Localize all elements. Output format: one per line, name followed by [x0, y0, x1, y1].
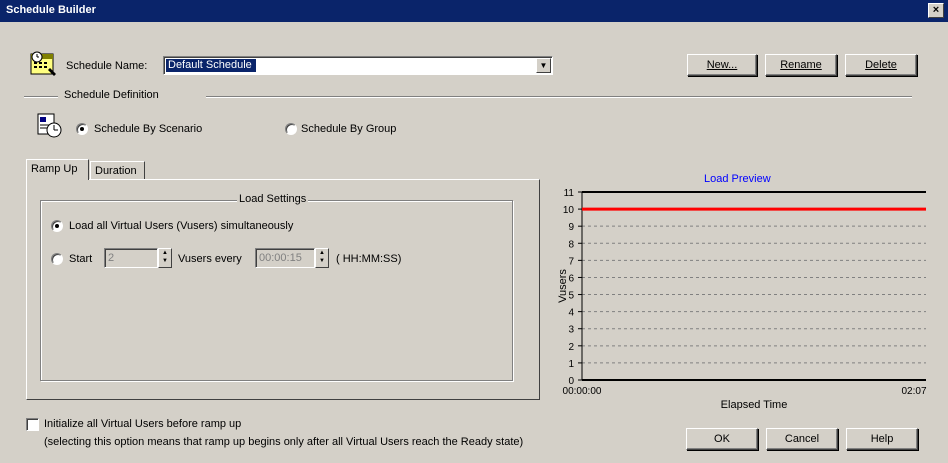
schedule-definition-label: Schedule Definition [64, 89, 159, 101]
y-tick-label: 8 [568, 239, 574, 250]
y-tick-label: 4 [568, 308, 574, 319]
close-button[interactable]: × [928, 3, 944, 18]
start-count-input[interactable]: 2 [104, 248, 158, 268]
interval-input[interactable]: 00:00:15 [255, 248, 315, 268]
load-settings-title: Load Settings [237, 193, 309, 205]
y-tick-label: 1 [568, 359, 574, 370]
y-tick-label: 3 [568, 325, 574, 336]
y-tick-label: 5 [568, 291, 574, 302]
start-gradually-radio[interactable] [51, 253, 63, 265]
tab-duration[interactable]: Duration [90, 161, 145, 179]
load-preview-chart: 0 1 2 3 4 5 6 7 8 9 10 11 00:00:00 02:07 Elapsed Time V… [548, 180, 928, 411]
close-icon: × [932, 4, 940, 16]
initialize-note: (selecting this option means that ramp u… [44, 436, 524, 448]
plot-area [582, 192, 926, 380]
y-tick-label: 2 [568, 342, 574, 353]
ok-button[interactable]: OK [686, 428, 758, 450]
window-title: Schedule Builder [6, 4, 96, 16]
title-bar: Schedule Builder [0, 0, 948, 22]
start-count-spinner[interactable]: ▲ ▼ [158, 248, 172, 268]
definition-separator-left [24, 96, 58, 98]
chart-svg: 0123456789101100:00:00 02:07Elapsed TimeV… [557, 188, 927, 411]
y-tick-label: 6 [568, 273, 574, 284]
dropdown-arrow-icon[interactable]: ▼ [536, 58, 551, 73]
initialize-vusers-checkbox[interactable] [26, 418, 39, 431]
y-tick-label: 10 [563, 205, 575, 216]
x-tick-label: 00:00:00 [563, 386, 602, 397]
load-all-radio[interactable] [51, 220, 63, 232]
y-tick-label: 7 [568, 256, 574, 267]
load-all-label: Load all Virtual Users (Vusers) simultan… [69, 220, 294, 232]
initialize-vusers-label: Initialize all Virtual Users before ramp… [44, 418, 242, 430]
schedule-by-scenario-radio[interactable] [76, 123, 88, 135]
schedule-by-group-radio[interactable] [285, 123, 297, 135]
rename-schedule-button[interactable]: Rename [765, 54, 837, 76]
cancel-button-label: Cancel [784, 433, 820, 445]
definition-separator-right [206, 96, 912, 98]
schedule-name-value: Default Schedule [166, 59, 256, 72]
ok-button-label: OK [714, 433, 730, 445]
y-tick-label: 9 [568, 222, 574, 233]
rename-button-label: Rename [780, 59, 822, 71]
start-label: Start [69, 253, 93, 265]
y-tick-label: 11 [564, 188, 575, 199]
schedule-by-group-label: Schedule By Group [301, 123, 397, 135]
tab-ramp-up[interactable]: Ramp Up [26, 159, 89, 180]
vusers-every-label: Vusers every [178, 253, 242, 265]
x-tick-label: 02:07 [901, 386, 926, 397]
new-button-label: New... [706, 59, 738, 71]
help-button-label: Help [870, 433, 894, 445]
help-button[interactable]: Help [846, 428, 918, 450]
y-axis-label: Vusers [557, 269, 569, 303]
schedule-by-scenario-label: Schedule By Scenario [94, 123, 203, 135]
scenario-clock-icon [36, 112, 62, 138]
interval-spinner[interactable]: ▲ ▼ [315, 248, 329, 268]
format-hint: ( HH:MM:SS) [336, 253, 402, 265]
schedule-calendar-icon [30, 50, 56, 76]
tab-duration-label: Duration [95, 165, 137, 177]
delete-schedule-button[interactable]: Delete [845, 54, 917, 76]
cancel-button[interactable]: Cancel [766, 428, 838, 450]
schedule-name-combo[interactable]: Default Schedule ▼ [163, 56, 553, 75]
tab-ramp-up-label: Ramp Up [31, 163, 78, 175]
x-axis-label: Elapsed Time [721, 399, 788, 410]
delete-button-label: Delete [865, 59, 897, 71]
schedule-name-label: Schedule Name: [66, 60, 148, 72]
new-schedule-button[interactable]: New... [687, 54, 757, 76]
